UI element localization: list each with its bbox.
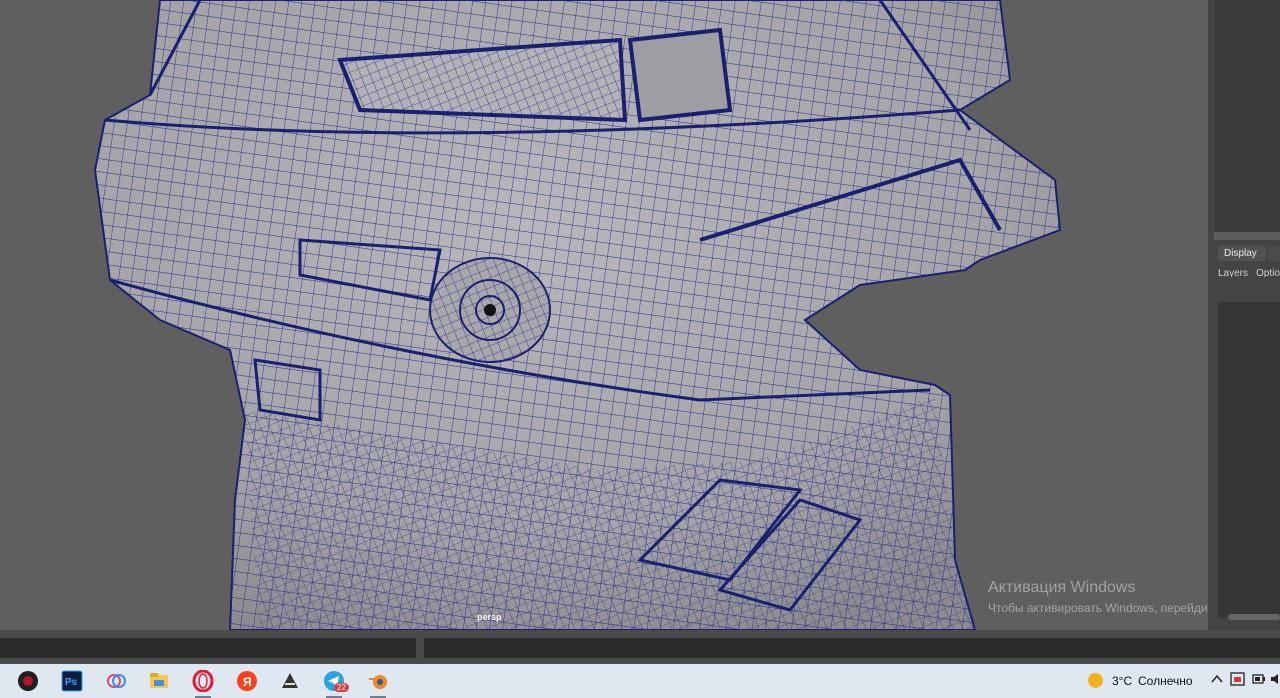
- tab-display[interactable]: Display: [1218, 246, 1266, 261]
- layer-menu-bar: Layers Options: [1218, 263, 1280, 277]
- speaker-icon[interactable]: [1270, 672, 1280, 686]
- chevron-up-icon[interactable]: [1210, 672, 1224, 686]
- opera-icon[interactable]: [185, 665, 221, 698]
- channel-box-panel: [1214, 0, 1280, 232]
- menu-options[interactable]: Options: [1256, 268, 1280, 277]
- svg-text:Ps: Ps: [65, 677, 78, 688]
- activation-watermark-subtitle: Чтобы активировать Windows, перейдите в …: [988, 601, 1208, 615]
- svg-text:Я: Я: [243, 675, 252, 689]
- help-line: [424, 638, 1280, 658]
- tab-next[interactable]: [1268, 246, 1280, 261]
- file-explorer-icon[interactable]: [141, 665, 177, 698]
- menu-layers[interactable]: Layers: [1218, 268, 1248, 277]
- telegram-badge: 22: [334, 683, 349, 692]
- viewport-3d[interactable]: persp Активация Windows Чтобы активирова…: [0, 0, 1208, 630]
- app-dark-red-icon[interactable]: [10, 665, 46, 698]
- helmet-wireframe-model[interactable]: [0, 0, 1208, 630]
- weather-temperature[interactable]: 3°C: [1112, 674, 1132, 688]
- tray-app-icon[interactable]: [1230, 672, 1245, 686]
- paint-3d-icon[interactable]: [98, 665, 134, 698]
- activation-watermark-title: Активация Windows: [988, 579, 1136, 596]
- yandex-browser-icon[interactable]: Я: [229, 665, 265, 698]
- zbrush-icon[interactable]: [272, 665, 308, 698]
- windows-taskbar: Ps Я 22 3°C Солнечно: [0, 664, 1280, 698]
- command-line-input[interactable]: [0, 638, 416, 658]
- camera-label: persp: [477, 612, 502, 622]
- sun-icon[interactable]: [1088, 673, 1103, 688]
- layer-scrollbar[interactable]: [1228, 614, 1280, 620]
- photoshop-icon[interactable]: Ps: [54, 665, 90, 698]
- weather-condition[interactable]: Солнечно: [1138, 674, 1193, 688]
- blender-icon[interactable]: [360, 665, 396, 698]
- telegram-icon[interactable]: 22: [316, 665, 352, 698]
- battery-icon[interactable]: [1252, 672, 1266, 686]
- layer-list[interactable]: [1218, 302, 1280, 618]
